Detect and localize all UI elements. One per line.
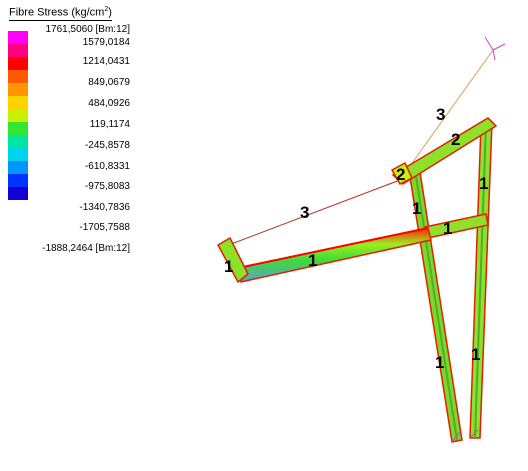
member-label: 2 — [396, 165, 405, 184]
structure-view: 1 1 2 1 1 1 1 2 3 3 1 — [216, 36, 506, 443]
member-label: 1 — [308, 251, 317, 270]
member-label: 1 — [412, 199, 421, 218]
member-label: 3 — [436, 105, 445, 124]
member-label: 1 — [443, 219, 452, 238]
member-label: 1 — [471, 345, 480, 364]
member-label: 1 — [224, 257, 233, 276]
member-label: 1 — [479, 174, 488, 193]
member-boom — [237, 227, 432, 283]
member-label: 1 — [435, 353, 444, 372]
member-label: 2 — [451, 130, 460, 149]
cable-lower — [225, 179, 401, 247]
member-label: 3 — [300, 203, 309, 222]
